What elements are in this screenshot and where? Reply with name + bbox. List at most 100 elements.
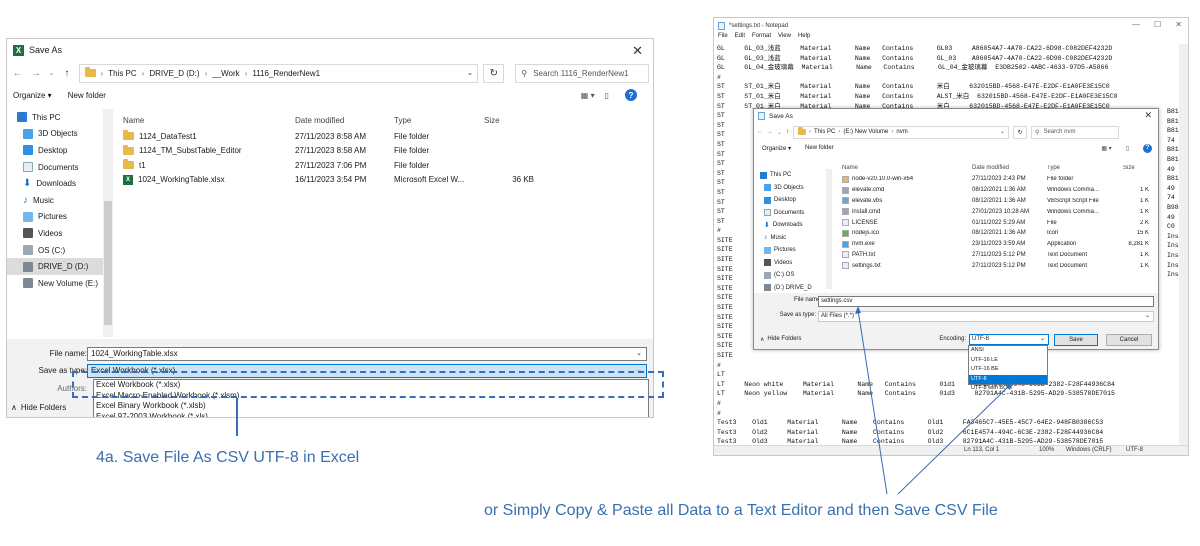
organize-button[interactable]: Organize ▾	[13, 91, 52, 100]
column-header-name[interactable]: Name	[838, 165, 972, 171]
file-row[interactable]: t1 27/11/2023 7:06 PM File folder	[119, 158, 639, 173]
view-options-icon[interactable]: ▦ ▾	[581, 91, 595, 100]
menu-format[interactable]: Format	[752, 33, 771, 43]
help-icon[interactable]: ?	[625, 89, 637, 101]
scrollbar-thumb[interactable]	[104, 201, 112, 325]
hide-folders-button[interactable]: ∧ Hide Folders	[11, 403, 66, 412]
nav-item-documents[interactable]: Documents	[754, 207, 824, 220]
file-row[interactable]: install.cmd 27/01/2023 10:28 AM Windows Co…	[838, 206, 1158, 217]
menu-view[interactable]: View	[778, 33, 791, 43]
nav-item-videos[interactable]: Videos	[7, 225, 103, 242]
new-folder-button[interactable]: New folder	[805, 145, 834, 151]
back-arrow-icon[interactable]: ←	[11, 68, 24, 79]
nav-item-new-volume-e[interactable]: New Volume (E:)	[7, 275, 103, 292]
nav-item-music[interactable]: ♪ Music	[754, 232, 824, 245]
save-type-option[interactable]: Excel 97-2003 Workbook (*.xls)	[94, 412, 648, 417]
inner-address-bar[interactable]: › This PC › (E:) New Volume › nvm ⌄	[793, 125, 1010, 139]
column-header-date[interactable]: Date modified	[295, 116, 394, 125]
nav-item-desktop[interactable]: Desktop	[754, 194, 824, 207]
encoding-option[interactable]: UTF-8 with BOM	[969, 384, 1047, 394]
nav-item-this-pc[interactable]: This PC	[754, 169, 824, 182]
chevron-down-icon[interactable]: ⌄	[1145, 312, 1150, 319]
encoding-option[interactable]: UTF-16 LE	[969, 356, 1047, 366]
search-input[interactable]: ⚲ Search 1116_RenderNew1	[515, 63, 650, 83]
file-name-input[interactable]: 1024_WorkingTable.xlsx ⌄	[87, 347, 647, 361]
nav-item-os-c[interactable]: OS (C:)	[7, 242, 103, 259]
chevron-down-icon[interactable]: ⌄	[636, 349, 642, 357]
file-row[interactable]: 1124_TM_SubstTable_Editor 27/11/2023 8:5…	[119, 144, 639, 159]
file-row[interactable]: elevate.vbs 08/12/2021 1:36 AM VBScript Sc…	[838, 196, 1158, 207]
menu-edit[interactable]: Edit	[735, 33, 745, 43]
file-row[interactable]: LICENSE 01/11/2022 5:29 AM File 2 K	[838, 217, 1158, 228]
inner-nav-scrollbar[interactable]	[826, 169, 832, 289]
chevron-down-icon[interactable]: ⌄	[1040, 335, 1045, 342]
nav-item-desktop[interactable]: Desktop	[7, 142, 103, 159]
column-header-size[interactable]: Size	[1123, 165, 1149, 171]
new-folder-button[interactable]: New folder	[68, 91, 106, 100]
nav-item-pictures[interactable]: Pictures	[754, 244, 824, 257]
save-button[interactable]: Save	[1054, 334, 1098, 346]
forward-arrow-icon[interactable]: →	[767, 129, 773, 135]
preview-pane-icon[interactable]: ▯	[605, 91, 609, 100]
nav-item-downloads[interactable]: ⬇ Downloads	[7, 175, 103, 192]
column-header-name[interactable]: Name	[119, 116, 295, 125]
column-header-type[interactable]: Type	[394, 116, 484, 125]
close-icon[interactable]: ✕	[632, 43, 643, 59]
breadcrumb-item[interactable]: nvm	[896, 129, 907, 135]
encoding-option[interactable]: UTF-8	[969, 374, 1047, 384]
column-header-size[interactable]: Size	[484, 116, 534, 125]
help-icon[interactable]: ?	[1143, 143, 1152, 153]
encoding-option[interactable]: ANSI	[969, 346, 1047, 356]
cancel-button[interactable]: Cancel	[1106, 334, 1152, 346]
file-row[interactable]: nvm.exe 23/11/2023 3:59 AM Application 8,28…	[838, 239, 1158, 250]
nav-item-this-pc[interactable]: This PC	[7, 109, 103, 126]
breadcrumb-item[interactable]: This PC	[814, 129, 835, 135]
save-type-select[interactable]: All Files (*.*) ⌄	[818, 311, 1154, 322]
menu-help[interactable]: Help	[798, 33, 810, 43]
nav-item-3d-objects[interactable]: 3D Objects	[7, 126, 103, 143]
encoding-option[interactable]: UTF-16 BE	[969, 365, 1047, 375]
breadcrumb-item[interactable]: DRIVE_D (D:)	[149, 69, 199, 78]
inner-search-input[interactable]: ⚲ Search nvm	[1031, 125, 1120, 139]
chevron-down-icon[interactable]: ⌄	[777, 129, 782, 136]
nav-item-3d-objects[interactable]: 3D Objects	[754, 182, 824, 195]
address-bar[interactable]: › This PC › DRIVE_D (D:) › __Work › 1116…	[78, 63, 479, 83]
maximize-icon[interactable]: ☐	[1154, 20, 1161, 29]
chevron-down-icon[interactable]: ⌄	[48, 69, 56, 77]
close-icon[interactable]: ✕	[1175, 20, 1182, 29]
preview-pane-icon[interactable]: ▯	[1126, 145, 1129, 152]
organize-button[interactable]: Organize ▾	[762, 145, 791, 152]
chevron-down-icon[interactable]: ⌄	[1000, 128, 1005, 135]
file-name-input[interactable]: settings.csv	[818, 296, 1154, 307]
nav-item-videos[interactable]: Videos	[754, 257, 824, 270]
refresh-button[interactable]: ↻	[1013, 125, 1028, 139]
file-row[interactable]: nodejs.ico 08/12/2021 1:36 AM Icon 15 K	[838, 228, 1158, 239]
nav-item-os-c[interactable]: (C:) OS	[754, 269, 824, 282]
up-arrow-icon[interactable]: ↑	[60, 68, 73, 79]
file-row[interactable]: elevate.cmd 08/12/2021 1:36 AM Windows Com…	[838, 185, 1158, 196]
column-header-date[interactable]: Date modified	[972, 165, 1047, 171]
file-row[interactable]: PATH.txt 27/11/2023 5:12 PM Text Document 1…	[838, 250, 1158, 261]
back-arrow-icon[interactable]: ←	[757, 129, 763, 135]
refresh-button[interactable]: ↻	[483, 63, 505, 83]
file-row[interactable]: settings.txt 27/11/2023 5:12 PM Text Docum…	[838, 260, 1158, 271]
forward-arrow-icon[interactable]: →	[29, 68, 42, 79]
view-options-icon[interactable]: ▦ ▾	[1101, 145, 1111, 152]
nav-item-music[interactable]: ♪ Music	[7, 192, 103, 209]
nav-scrollbar[interactable]	[103, 109, 113, 337]
nav-item-downloads[interactable]: ⬇ Downloads	[754, 219, 824, 232]
up-arrow-icon[interactable]: ↑	[786, 129, 789, 135]
file-row[interactable]: 1124_DataTest1 27/11/2023 8:58 AM File f…	[119, 129, 639, 144]
encoding-select[interactable]: UTF-8 ⌄	[969, 334, 1049, 345]
save-type-option[interactable]: Excel Binary Workbook (*.xlsb)	[94, 401, 648, 412]
hide-folders-button[interactable]: ∧ Hide Folders	[760, 336, 801, 343]
breadcrumb-item[interactable]: (E:) New Volume	[843, 129, 888, 135]
minimize-icon[interactable]: —	[1132, 20, 1140, 29]
breadcrumb-item[interactable]: 1116_RenderNew1	[252, 69, 320, 78]
chevron-down-icon[interactable]: ⌄	[467, 68, 474, 77]
file-row[interactable]: X 1024_WorkingTable.xlsx 16/11/2023 3:54 …	[119, 173, 639, 188]
notepad-scrollbar[interactable]	[1179, 44, 1188, 448]
close-icon[interactable]: ✕	[1144, 110, 1152, 121]
breadcrumb-item[interactable]: This PC	[108, 69, 136, 78]
menu-file[interactable]: File	[718, 33, 728, 43]
